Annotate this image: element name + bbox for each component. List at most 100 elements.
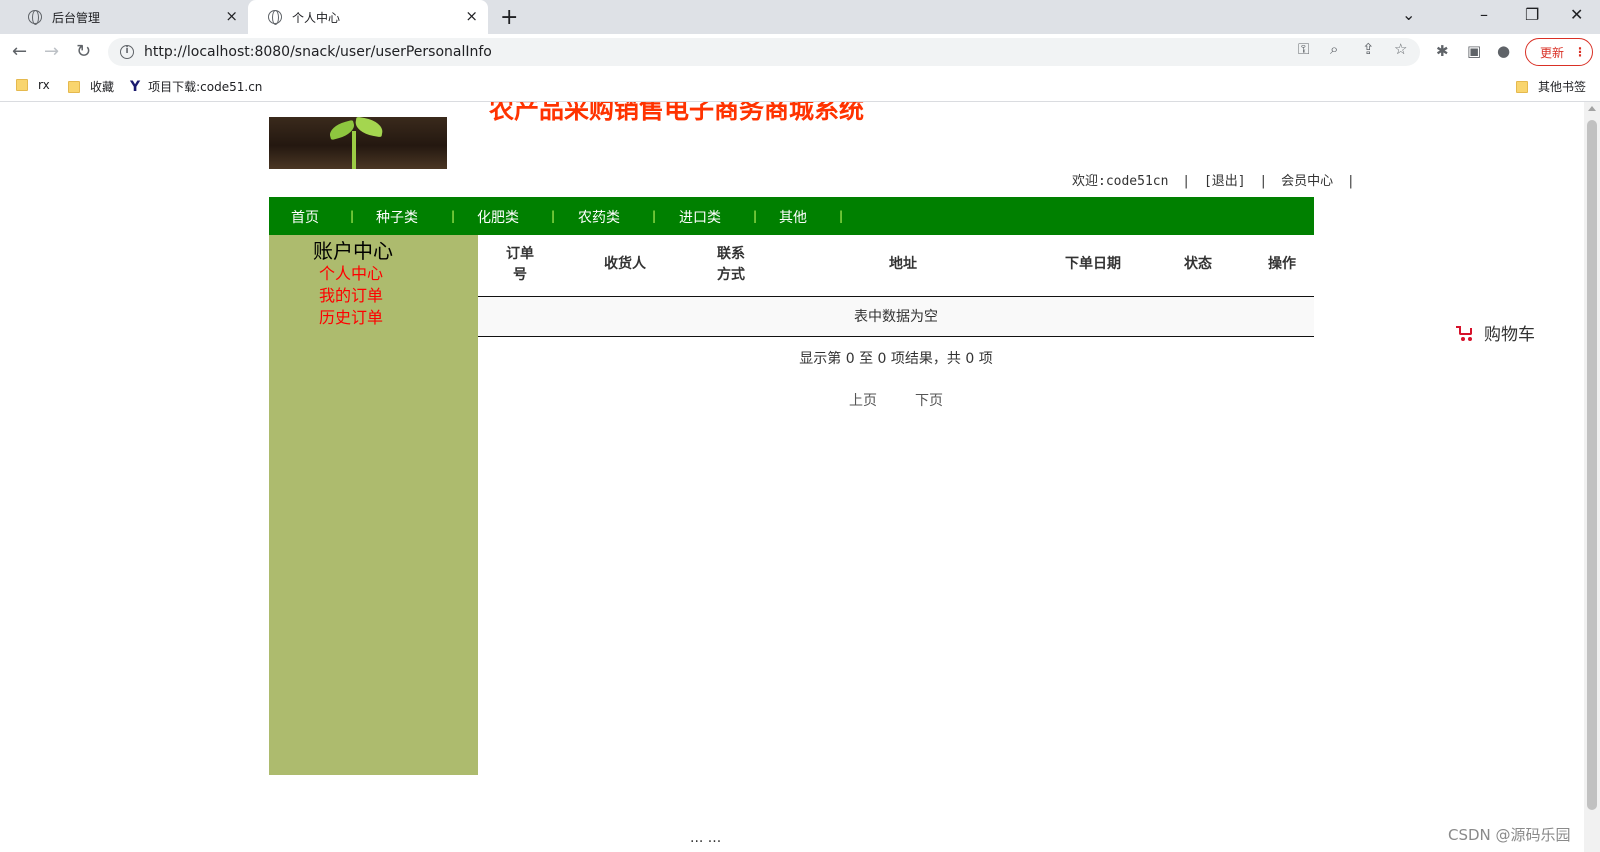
prev-page-button[interactable]: 上页 xyxy=(849,390,877,410)
separator: | xyxy=(1259,174,1268,189)
nav-separator: | xyxy=(551,209,556,223)
nav-seeds[interactable]: 种子类 xyxy=(376,207,418,227)
bookmark-other[interactable]: 其他书签 xyxy=(1516,78,1586,95)
header-line: 方式 xyxy=(717,267,745,283)
tab-admin[interactable]: 后台管理 × xyxy=(8,0,248,34)
member-center-link[interactable]: 会员中心 xyxy=(1281,174,1333,189)
tab-personal-center[interactable]: 个人中心 × xyxy=(248,0,488,34)
bookmark-label: 收藏 xyxy=(90,80,115,94)
update-label: 更新 xyxy=(1540,45,1565,60)
header-line: 订单 xyxy=(506,246,534,262)
column-header-contact[interactable]: 联系 方式 xyxy=(711,244,751,286)
column-header-actions[interactable]: 操作 xyxy=(1262,254,1302,275)
header-line: 联系 xyxy=(717,246,745,262)
column-header-receiver[interactable]: 收货人 xyxy=(595,254,655,275)
browser-toolbar: ← → ↻ i http://localhost:8080/snack/user… xyxy=(0,34,1600,70)
nav-imported[interactable]: 进口类 xyxy=(679,207,721,227)
cart-label: 购物车 xyxy=(1484,325,1535,345)
table-info: 显示第 0 至 0 项结果，共 0 项 xyxy=(799,351,993,367)
nav-pesticide[interactable]: 农药类 xyxy=(578,207,620,227)
star-icon[interactable]: ☆ xyxy=(1394,40,1407,58)
folder-icon xyxy=(16,79,28,91)
separator: | xyxy=(1346,174,1355,189)
globe-icon xyxy=(28,10,42,25)
page-viewport: 农产品采购销售电子商务商城系统 欢迎:code51cn | [退出] | 会员中… xyxy=(0,102,1584,852)
bookmark-favorites[interactable]: 收藏 xyxy=(68,78,114,95)
update-button[interactable]: 更新 ⋮ xyxy=(1525,38,1593,66)
nav-home[interactable]: 首页 xyxy=(291,207,319,227)
extensions-icon[interactable]: ✱ xyxy=(1436,42,1449,60)
separator: | xyxy=(1182,174,1191,189)
header-line: 操作 xyxy=(1268,256,1296,272)
bookmark-rx[interactable]: rx xyxy=(16,78,50,92)
header-line: 号 xyxy=(513,267,527,283)
nav-fertilizer[interactable]: 化肥类 xyxy=(477,207,519,227)
column-header-address[interactable]: 地址 xyxy=(878,254,928,275)
nav-separator: | xyxy=(451,209,456,223)
bookmark-code51[interactable]: Y 项目下载:code51.cn xyxy=(130,78,262,95)
zoom-icon[interactable]: ⌕ xyxy=(1330,40,1338,58)
back-icon[interactable]: ← xyxy=(12,41,27,62)
header-line: 下单日期 xyxy=(1065,256,1121,272)
sidebar-item-history-orders[interactable]: 历史订单 xyxy=(319,304,383,328)
url-text: http://localhost:8080/snack/user/userPer… xyxy=(144,44,492,60)
bookmark-label: 项目下载:code51.cn xyxy=(148,80,263,94)
column-header-order-date[interactable]: 下单日期 xyxy=(1058,254,1128,275)
profile-icon[interactable]: ● xyxy=(1497,42,1510,60)
close-tab-icon[interactable]: × xyxy=(225,9,238,24)
minimize-button[interactable]: – xyxy=(1480,5,1488,24)
y-site-icon: Y xyxy=(130,78,141,95)
menu-icon: ⋮ xyxy=(1574,45,1587,59)
bookmark-label: 其他书签 xyxy=(1538,80,1587,94)
logo-image xyxy=(269,117,447,169)
header-line: 地址 xyxy=(889,256,917,272)
cart-link[interactable]: 购物车 xyxy=(1456,320,1535,345)
tab-title: 后台管理 xyxy=(52,10,101,25)
watermark: CSDN @源码乐园 xyxy=(1448,826,1571,844)
close-window-button[interactable]: ✕ xyxy=(1570,5,1583,24)
scroll-up-icon[interactable] xyxy=(1588,106,1596,111)
sprout-stem xyxy=(352,131,356,169)
sidebar-item-my-orders[interactable]: 我的订单 xyxy=(319,282,383,306)
globe-icon xyxy=(268,10,282,25)
footer-text: ... ... xyxy=(690,830,722,846)
header-line: 收货人 xyxy=(604,256,646,272)
folder-icon xyxy=(1516,80,1528,93)
info-icon[interactable]: i xyxy=(120,45,134,59)
browser-tab-strip: 后台管理 × 个人中心 × + ⌄ – ❐ ✕ xyxy=(0,0,1600,34)
nav-separator: | xyxy=(839,209,844,223)
site-title: 农产品采购销售电子商务商城系统 xyxy=(489,102,865,124)
page-scrollbar[interactable] xyxy=(1584,102,1600,852)
cart-icon xyxy=(1456,325,1474,341)
share-icon[interactable]: ⇪ xyxy=(1362,40,1375,58)
new-tab-button[interactable]: + xyxy=(500,5,518,30)
key-icon[interactable]: ⚿ xyxy=(1298,40,1309,58)
logout-link[interactable]: [退出] xyxy=(1204,174,1246,189)
main-nav: 首页 | 种子类 | 化肥类 | 农药类 | 进口类 | 其他 | xyxy=(269,197,1314,235)
table-empty-row: 表中数据为空 xyxy=(478,297,1314,337)
address-bar[interactable]: i http://localhost:8080/snack/user/userP… xyxy=(108,38,1420,66)
nav-separator: | xyxy=(652,209,657,223)
user-bar: 欢迎:code51cn | [退出] | 会员中心 | xyxy=(1072,170,1361,189)
next-page-button[interactable]: 下页 xyxy=(915,390,943,410)
sprout-leaf xyxy=(353,117,385,138)
tab-title: 个人中心 xyxy=(292,10,341,25)
scrollbar-thumb[interactable] xyxy=(1587,120,1597,810)
bookmark-label: rx xyxy=(38,78,50,92)
tab-search-icon[interactable]: ⌄ xyxy=(1402,5,1415,24)
header-line: 状态 xyxy=(1184,256,1212,272)
bookmarks-bar: rx 收藏 Y 项目下载:code51.cn 其他书签 xyxy=(0,70,1600,102)
forward-icon[interactable]: → xyxy=(44,41,59,62)
nav-separator: | xyxy=(753,209,758,223)
close-tab-icon[interactable]: × xyxy=(465,9,478,24)
column-header-status[interactable]: 状态 xyxy=(1178,254,1218,275)
account-sidebar: 账户中心 个人中心 我的订单 历史订单 xyxy=(269,235,478,775)
side-panel-icon[interactable]: ▣ xyxy=(1467,42,1481,60)
sidebar-item-personal-center[interactable]: 个人中心 xyxy=(319,260,383,284)
folder-icon xyxy=(68,80,80,93)
reload-icon[interactable]: ↻ xyxy=(76,41,91,62)
nav-other[interactable]: 其他 xyxy=(779,207,807,227)
nav-separator: | xyxy=(350,209,355,223)
column-header-order-no[interactable]: 订单 号 xyxy=(500,244,540,286)
restore-button[interactable]: ❐ xyxy=(1525,5,1539,24)
